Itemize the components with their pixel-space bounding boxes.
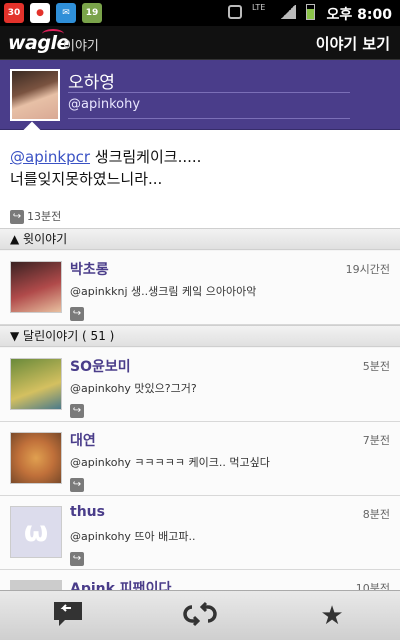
reply-arrow-icon[interactable]: ↪ xyxy=(70,303,87,322)
post-text: @apinkpcr 생크림케이크..... 너를잊지못하였느니라... xyxy=(10,146,390,190)
avatar[interactable] xyxy=(10,261,62,313)
message-app-icon: ✉ xyxy=(56,3,76,23)
profile-handle: @apinkohy xyxy=(68,97,141,112)
item-author[interactable]: 대연 xyxy=(70,430,96,450)
reply-arrow-icon[interactable]: ↪ xyxy=(70,548,87,567)
section-replies[interactable]: ▼ 달린이야기 ( 51 ) xyxy=(0,325,400,347)
signal-icon xyxy=(280,5,296,19)
item-text: @apinkohy ㅋㅋㅋㅋㅋ 케이크.. 먹고싶다 xyxy=(70,456,270,469)
list-item[interactable]: 대연 7분전 @apinkohy ㅋㅋㅋㅋㅋ 케이크.. 먹고싶다 ↪ xyxy=(0,422,400,496)
post-text-line2: 너를잊지못하였느니라... xyxy=(10,170,163,188)
profile-avatar[interactable] xyxy=(10,69,60,121)
battery-icon xyxy=(306,4,315,20)
reply-arrow-icon[interactable]: ↪ xyxy=(70,474,87,493)
post-text-line1: 생크림케이크..... xyxy=(90,148,202,166)
main-post: @apinkpcr 생크림케이크..... 너를잊지못하였느니라... ↪ 13분… xyxy=(0,130,400,228)
divider xyxy=(68,92,350,93)
logo-subtitle: 이야기 xyxy=(63,39,99,54)
note-app-icon: 19 xyxy=(82,3,102,23)
item-author[interactable]: thus xyxy=(70,504,105,520)
reply-icon[interactable] xyxy=(50,599,86,633)
item-time: 5분전 xyxy=(362,360,390,373)
avatar[interactable]: ω xyxy=(10,506,62,558)
list-item[interactable]: ω thus 8분전 @apinkohy 뜨아 배고파.. ↪ xyxy=(0,496,400,570)
star-icon[interactable]: ★ xyxy=(314,599,350,633)
item-text: @apinkohy 뜨아 배고파.. xyxy=(70,530,196,543)
item-time: 8분전 xyxy=(362,508,390,521)
section-parent-story[interactable]: ▲ 윗이야기 xyxy=(0,228,400,250)
profile-name: 오하영 xyxy=(68,73,115,93)
post-time-label: 13분전 xyxy=(27,210,62,223)
avatar[interactable] xyxy=(10,358,62,410)
app-header: wagle 이야기 이야기 보기 xyxy=(0,26,400,60)
avatar[interactable] xyxy=(10,432,62,484)
rabbit-app-icon: ● xyxy=(30,3,50,23)
item-author[interactable]: 박초롱 xyxy=(70,259,109,279)
reply-arrow-icon[interactable]: ↪ xyxy=(10,210,24,224)
item-author[interactable]: SO윤보미 xyxy=(70,356,131,376)
mention-link[interactable]: @apinkpcr xyxy=(10,148,90,166)
item-text: @apinkohy 맛있으?그거? xyxy=(70,382,197,395)
clock-time: 오후 8:00 xyxy=(326,7,392,23)
logo-wave-icon xyxy=(42,29,64,39)
item-text: @apinkknj 생..생크림 케잌 으아아아악 xyxy=(70,285,257,298)
bottom-toolbar: ★ xyxy=(0,590,400,640)
post-time: ↪ 13분전 xyxy=(10,208,61,224)
reply-arrow-icon[interactable]: ↪ xyxy=(70,400,87,419)
item-time: 7분전 xyxy=(362,434,390,447)
alarm-icon xyxy=(228,5,242,19)
status-bar: 30 ● ✉ 19 LTE 오후 8:00 xyxy=(0,0,400,26)
network-label: LTE xyxy=(252,3,266,12)
page-title: 이야기 보기 xyxy=(315,35,390,53)
reshare-icon[interactable] xyxy=(182,599,218,633)
calendar-app-icon: 30 xyxy=(4,3,24,23)
list-item[interactable]: SO윤보미 5분전 @apinkohy 맛있으?그거? ↪ xyxy=(0,348,400,422)
item-time: 19시간전 xyxy=(345,263,390,276)
list-item[interactable]: 박초롱 19시간전 @apinkknj 생..생크림 케잌 으아아아악 ↪ xyxy=(0,251,400,325)
profile-header[interactable]: 오하영 @apinkohy xyxy=(0,60,400,130)
divider xyxy=(68,118,350,119)
